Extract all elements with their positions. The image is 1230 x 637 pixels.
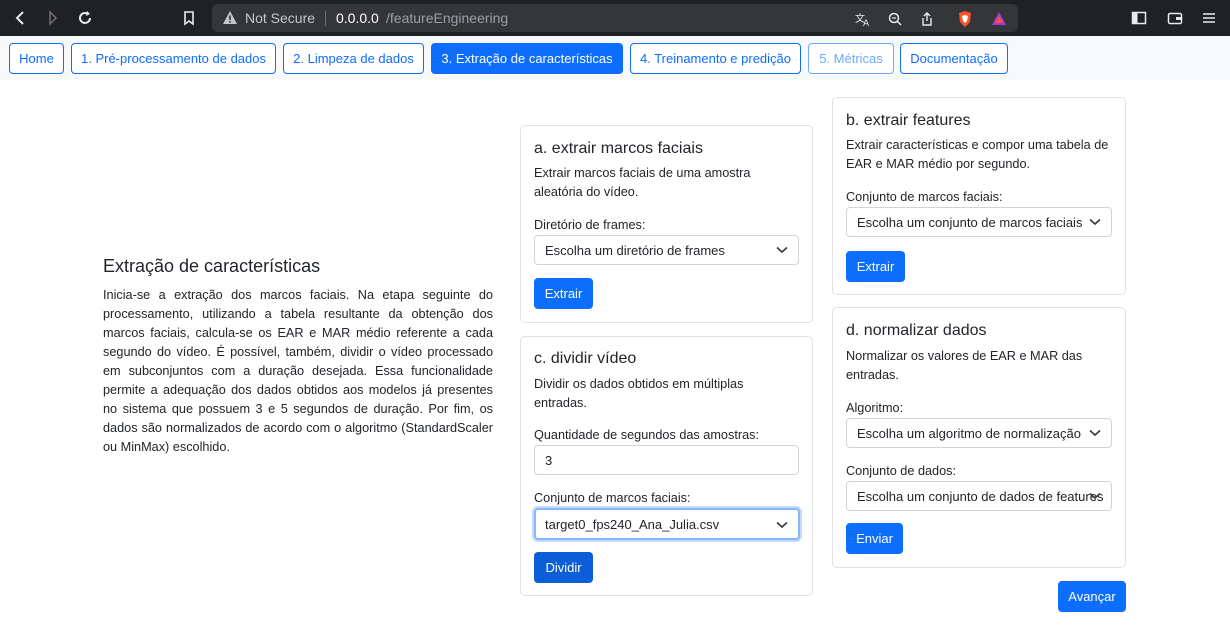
menu-icon[interactable]	[1198, 7, 1220, 29]
card-description: Extrair características e compor uma tab…	[846, 138, 1109, 171]
svg-text:A: A	[863, 19, 870, 27]
select-value: Escolha um algoritmo de normalização	[857, 425, 1081, 441]
intro-section: Extração de características Inicia-se a …	[103, 256, 493, 457]
seconds-input[interactable]: 3	[534, 445, 799, 475]
reload-icon[interactable]	[74, 7, 96, 29]
card-description: Dividir os dados obtidos em múltiplas en…	[534, 377, 744, 410]
nav-training-prediction[interactable]: 4. Treinamento e predição	[630, 43, 801, 74]
nav-preprocessing[interactable]: 1. Pré-processamento de dados	[71, 43, 276, 74]
card-description: Normalizar os valores de EAR e MAR das e…	[846, 349, 1083, 382]
landmarks-set-label: Conjunto de marcos faciais:	[534, 491, 691, 505]
card-title: a. extrair marcos faciais	[534, 140, 703, 157]
select-value: Escolha um diretório de frames	[545, 242, 725, 258]
extract-landmarks-button[interactable]: Extrair	[534, 278, 593, 309]
nav-feature-extraction[interactable]: 3. Extração de características	[431, 43, 623, 74]
nav-data-cleaning[interactable]: 2. Limpeza de dados	[283, 43, 424, 74]
wallet-icon[interactable]	[1164, 7, 1186, 29]
chevron-down-icon	[1089, 492, 1101, 500]
back-icon[interactable]	[10, 7, 32, 29]
nav-documentation[interactable]: Documentação	[900, 43, 1008, 74]
frames-directory-label: Diretório de frames:	[534, 218, 646, 232]
intro-description: Inicia-se a extração dos marcos faciais.…	[103, 288, 493, 454]
algorithm-select[interactable]: Escolha um algoritmo de normalização	[846, 418, 1112, 448]
card-normalize-data: d. normalizar dados Normalizar os valore…	[832, 307, 1126, 568]
brave-shield-icon[interactable]	[956, 10, 974, 28]
card-extract-landmarks: a. extrair marcos faciais Extrair marcos…	[520, 125, 813, 323]
share-icon[interactable]	[918, 10, 936, 28]
algorithm-label: Algoritmo:	[846, 401, 904, 415]
page-title: Extração de características	[103, 256, 321, 276]
chevron-down-icon	[1089, 429, 1101, 437]
normalize-submit-button[interactable]: Enviar	[846, 523, 903, 554]
card-title: b. extrair features	[846, 112, 971, 129]
chevron-down-icon	[776, 246, 788, 254]
chevron-down-icon	[1089, 218, 1101, 226]
seconds-label: Quantidade de segundos das amostras:	[534, 428, 759, 442]
url-path: /featureEngineering	[386, 10, 509, 26]
select-value: Escolha um conjunto de dados de features	[857, 488, 1104, 504]
landmarks-set-label: Conjunto de marcos faciais:	[846, 190, 1003, 204]
frames-directory-select[interactable]: Escolha um diretório de frames	[534, 235, 799, 265]
landmarks-set-select[interactable]: target0_fps240_Ana_Julia.csv	[534, 508, 800, 540]
card-description: Extrair marcos faciais de uma amostra al…	[534, 166, 751, 199]
warning-icon	[222, 10, 238, 31]
split-video-button[interactable]: Dividir	[534, 552, 593, 583]
brave-rewards-icon[interactable]	[990, 10, 1008, 28]
card-split-video: c. dividir vídeo Dividir os dados obtido…	[520, 336, 813, 596]
card-title: d. normalizar dados	[846, 322, 987, 339]
zoom-icon[interactable]	[886, 10, 904, 28]
extract-features-button[interactable]: Extrair	[846, 251, 905, 282]
chevron-down-icon	[776, 521, 788, 529]
select-value: target0_fps240_Ana_Julia.csv	[545, 516, 720, 532]
forward-icon[interactable]	[42, 7, 64, 29]
url-host: 0.0.0.0	[336, 10, 379, 26]
address-bar[interactable]: Not Secure 0.0.0.0 /featureEngineering 文…	[212, 4, 1018, 32]
translate-icon[interactable]: 文A	[854, 10, 872, 28]
card-title: c. dividir vídeo	[534, 350, 637, 367]
dataset-select[interactable]: Escolha um conjunto de dados de features	[846, 481, 1112, 511]
landmarks-set-select[interactable]: Escolha um conjunto de marcos faciais	[846, 207, 1112, 237]
select-value: Escolha um conjunto de marcos faciais	[857, 214, 1083, 230]
url-divider	[325, 11, 326, 26]
browser-toolbar: Not Secure 0.0.0.0 /featureEngineering 文…	[0, 0, 1230, 36]
app-navbar: Home 1. Pré-processamento de dados 2. Li…	[0, 36, 1230, 80]
security-label: Not Secure	[245, 10, 316, 26]
advance-button[interactable]: Avançar	[1058, 581, 1126, 612]
bookmark-icon[interactable]	[178, 7, 200, 29]
card-extract-features: b. extrair features Extrair característi…	[832, 97, 1126, 295]
nav-home[interactable]: Home	[9, 43, 64, 74]
nav-metrics: 5. Métricas	[808, 43, 894, 74]
sidebar-icon[interactable]	[1128, 7, 1150, 29]
dataset-label: Conjunto de dados:	[846, 464, 957, 478]
